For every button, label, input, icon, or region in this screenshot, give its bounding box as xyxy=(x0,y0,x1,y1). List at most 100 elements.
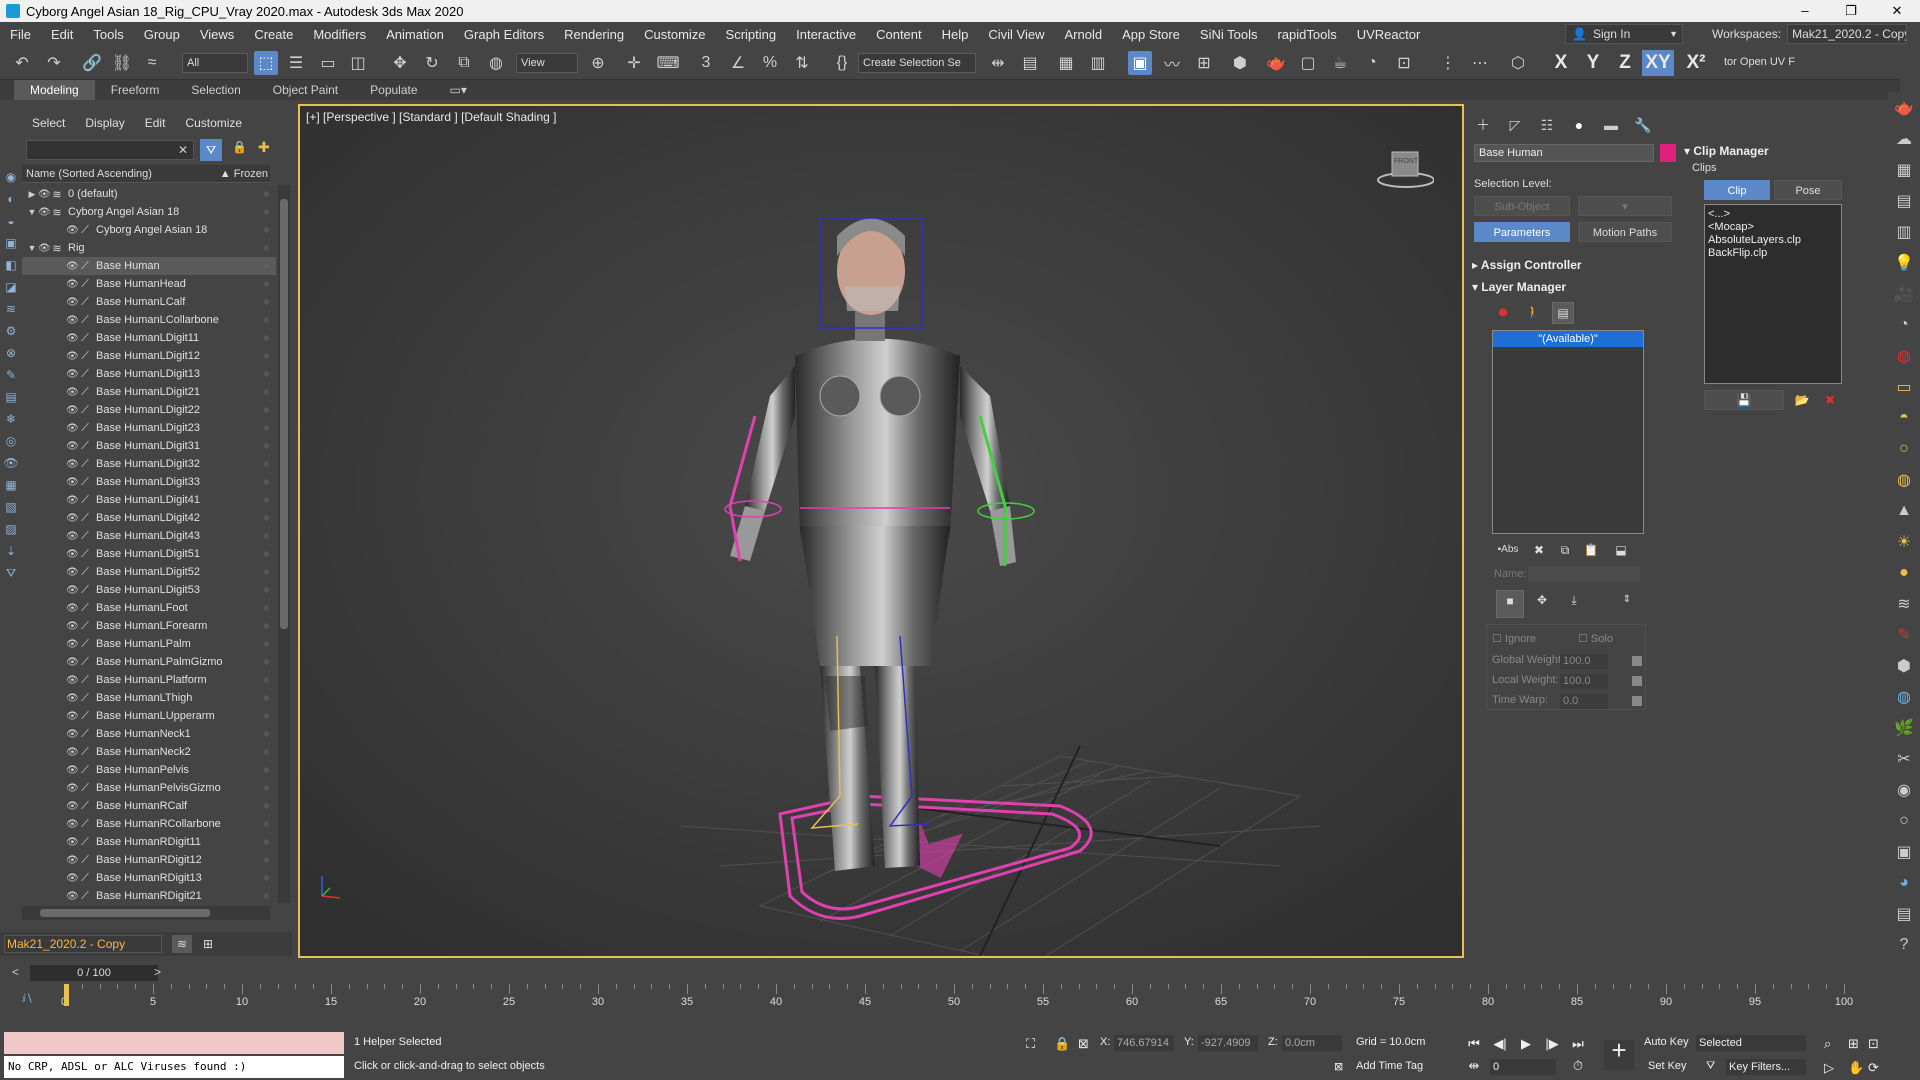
visibility-eye-icon[interactable]: 👁 xyxy=(66,423,79,434)
tree-row[interactable]: 👁 ⟋ Base HumanLDigit42 ❄ xyxy=(22,509,276,527)
frozen-toggle-icon[interactable]: ❄ xyxy=(263,550,270,559)
available-layer-item[interactable]: "(Available)" xyxy=(1493,331,1643,347)
visibility-eye-icon[interactable]: 👁 xyxy=(66,819,79,830)
frozen-toggle-icon[interactable]: ❄ xyxy=(263,694,270,703)
visibility-eye-icon[interactable]: 👁 xyxy=(66,369,79,380)
tree-row[interactable]: 👁 ⟋ Base HumanLFoot ❄ xyxy=(22,599,276,617)
frozen-toggle-icon[interactable]: ❄ xyxy=(263,676,270,685)
display-visible-icon[interactable]: 👁 xyxy=(0,452,22,474)
tree-row[interactable]: ▼ 👁 ≋ Rig ❄ xyxy=(22,239,276,257)
scene-explorer-toggle-icon[interactable]: ▦ xyxy=(1054,51,1078,75)
layer-options-icon[interactable]: ▤ xyxy=(1552,302,1574,324)
tree-row[interactable]: 👁 ⟋ Base HumanLDigit43 ❄ xyxy=(22,527,276,545)
pose-tab[interactable]: Pose xyxy=(1774,180,1842,200)
tree-row[interactable]: 👁 ⟋ Base HumanRDigit12 ❄ xyxy=(22,851,276,869)
visibility-eye-icon[interactable]: 👁 xyxy=(66,387,79,398)
axis-constraint-button[interactable]: X² xyxy=(1680,50,1712,76)
visibility-eye-icon[interactable]: 👁 xyxy=(66,549,79,560)
motion-tab-icon[interactable]: ● xyxy=(1568,114,1590,136)
current-frame-field[interactable]: 0 xyxy=(1490,1059,1556,1075)
selection-lock-icon[interactable]: 🔒 xyxy=(1054,1036,1070,1052)
collapse-layer-icon[interactable]: ⬓ xyxy=(1610,540,1632,562)
tree-row[interactable]: 👁 ⟋ Base HumanLDigit21 ❄ xyxy=(22,383,276,401)
local-weight-key-icon[interactable] xyxy=(1632,676,1642,686)
display-tab-icon[interactable]: ▬ xyxy=(1600,114,1622,136)
biped-figure-icon[interactable]: 🚶 xyxy=(1522,302,1544,324)
visibility-eye-icon[interactable]: 👁 xyxy=(66,621,79,632)
visibility-eye-icon[interactable]: 👁 xyxy=(66,315,79,326)
display-xrefs-icon[interactable]: ⊗ xyxy=(0,342,22,364)
axis-z-button[interactable]: Z xyxy=(1612,50,1638,76)
sphere-light-icon[interactable]: ◓ xyxy=(1888,402,1920,433)
frozen-toggle-icon[interactable]: ❄ xyxy=(263,190,270,199)
frozen-toggle-icon[interactable]: ❄ xyxy=(263,730,270,739)
visibility-eye-icon[interactable]: 👁 xyxy=(66,279,79,290)
paste-layer-icon[interactable]: 📋 xyxy=(1580,540,1602,562)
tree-row[interactable]: 👁 ⟋ Base HumanRCalf ❄ xyxy=(22,797,276,815)
frozen-toggle-icon[interactable]: ❄ xyxy=(263,892,270,901)
open-clip-icon[interactable]: 📂 xyxy=(1790,390,1814,410)
utilities-tab-icon[interactable]: 🔧 xyxy=(1632,114,1654,136)
render-iterative-icon[interactable]: ◔ xyxy=(1360,51,1384,75)
bind-spacewarp-icon[interactable]: ≈ xyxy=(140,51,164,75)
tree-row[interactable]: 👁 ⟋ Base HumanLForearm ❄ xyxy=(22,617,276,635)
hierarchy-tab-icon[interactable]: ☷ xyxy=(1536,114,1558,136)
menu-edit[interactable]: Edit xyxy=(41,27,83,42)
visibility-eye-icon[interactable]: 👁 xyxy=(66,531,79,542)
rotate-icon[interactable]: ↻ xyxy=(420,51,444,75)
current-layer-dropdown[interactable]: Mak21_2020.2 - Copy xyxy=(4,935,162,953)
visibility-eye-icon[interactable]: 👁 xyxy=(66,567,79,578)
menu-arnold[interactable]: Arnold xyxy=(1055,27,1113,42)
tree-row[interactable]: 👁 ⟋ Base HumanLDigit23 ❄ xyxy=(22,419,276,437)
tree-row[interactable]: 👁 ⟋ Base HumanPelvisGizmo ❄ xyxy=(22,779,276,797)
viewport-label[interactable]: [+] [Perspective ] [Standard ] [Default … xyxy=(306,110,556,124)
tab-populate[interactable]: Populate xyxy=(354,80,433,100)
menu-customize[interactable]: Customize xyxy=(634,27,715,42)
zoom-all-icon[interactable]: ⊞ xyxy=(1848,1036,1859,1052)
go-to-end-icon[interactable]: ⏭ xyxy=(1568,1034,1588,1054)
maxscript-listener-input[interactable] xyxy=(4,1032,344,1054)
load-layers-icon[interactable]: ✥ xyxy=(1528,590,1556,618)
visibility-eye-icon[interactable]: 👁 xyxy=(66,873,79,884)
help-icon[interactable]: ? xyxy=(1888,929,1920,960)
minimize-button[interactable]: – xyxy=(1782,0,1828,22)
teapot-icon[interactable]: 🫖 xyxy=(1888,92,1920,123)
display-references-icon[interactable]: ▨ xyxy=(0,518,22,540)
sub-object-level-dropdown[interactable]: ▾ xyxy=(1578,196,1672,216)
schematic-view-icon[interactable]: ⊞ xyxy=(1192,51,1216,75)
menu-content[interactable]: Content xyxy=(866,27,932,42)
frozen-toggle-icon[interactable]: ❄ xyxy=(263,802,270,811)
link-icon[interactable]: 🔗 xyxy=(80,51,104,75)
frozen-toggle-icon[interactable]: ❄ xyxy=(263,442,270,451)
layer-list[interactable]: "(Available)" xyxy=(1492,330,1644,534)
tree-row[interactable]: 👁 ⟋ Base HumanLDigit51 ❄ xyxy=(22,545,276,563)
time-config-icon[interactable]: ⏱ xyxy=(1568,1056,1588,1076)
grid-snap-icon[interactable]: ⋮ xyxy=(1436,51,1460,75)
pan-icon[interactable]: ✋ xyxy=(1848,1060,1864,1076)
se-menu-edit[interactable]: Edit xyxy=(135,116,176,130)
render-setup-icon[interactable]: 🫖 xyxy=(1264,51,1288,75)
layer-explorer-icon[interactable]: ▥ xyxy=(1086,51,1110,75)
frozen-toggle-icon[interactable]: ❄ xyxy=(263,406,270,415)
undo-icon[interactable]: ↶ xyxy=(10,51,34,75)
frozen-toggle-icon[interactable]: ❄ xyxy=(263,316,270,325)
x-coordinate-field[interactable]: 746.67914 xyxy=(1114,1035,1174,1051)
sort-icon[interactable]: ⇣ xyxy=(0,540,22,562)
plane-icon[interactable]: ○ xyxy=(1888,805,1920,836)
tree-row[interactable]: 👁 ⟋ Base HumanLDigit53 ❄ xyxy=(22,581,276,599)
frozen-toggle-icon[interactable]: ❄ xyxy=(263,658,270,667)
proxy-icon[interactable]: ⬢ xyxy=(1888,650,1920,681)
display-helpers-icon[interactable]: ◪ xyxy=(0,276,22,298)
delete-layer-icon[interactable]: ✖ xyxy=(1528,540,1550,562)
hierarchy-icon[interactable]: ⊞ xyxy=(198,935,218,953)
render-frame-icon[interactable]: ▦ xyxy=(1888,154,1920,185)
clear-search-icon[interactable]: ✕ xyxy=(174,140,192,160)
hair-brush-icon[interactable]: ✂ xyxy=(1888,743,1920,774)
scene-search-input[interactable] xyxy=(26,140,194,160)
frozen-toggle-icon[interactable]: ❄ xyxy=(263,334,270,343)
global-weight-key-icon[interactable] xyxy=(1632,656,1642,666)
expand-toggle-icon[interactable]: ▶ xyxy=(26,189,38,200)
dome-light-icon[interactable]: ◔ xyxy=(1888,309,1920,340)
time-warp-key-icon[interactable] xyxy=(1632,696,1642,706)
layer-manager-rollout[interactable]: ▾ Layer Manager xyxy=(1472,278,1682,296)
